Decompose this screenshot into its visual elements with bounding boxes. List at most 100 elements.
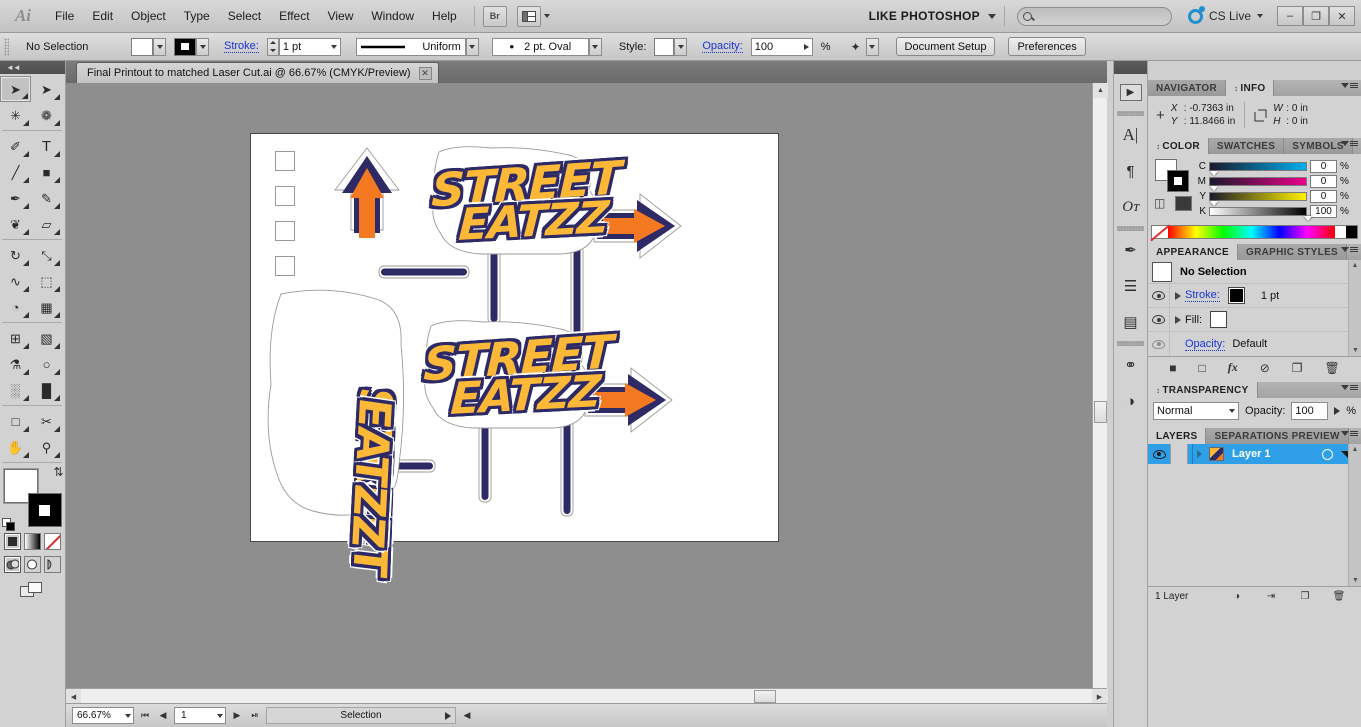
toolbar-stroke-swatch[interactable] bbox=[27, 493, 62, 527]
slice-tool[interactable]: ✂ bbox=[31, 408, 62, 434]
stroke-row-label[interactable]: Stroke: bbox=[1185, 289, 1220, 302]
blend-mode-combo[interactable]: Normal bbox=[1153, 402, 1240, 420]
draw-normal-button[interactable] bbox=[4, 556, 21, 573]
stroke-weight-stepper[interactable] bbox=[266, 37, 279, 56]
magic-wand-tool[interactable]: ✳ bbox=[0, 102, 31, 128]
character-rail-icon[interactable]: A| bbox=[1114, 117, 1147, 153]
gradient-rail-icon[interactable]: ▤ bbox=[1114, 304, 1147, 340]
scroll-down-icon[interactable]: ▼ bbox=[1349, 347, 1361, 354]
artboard-number-combo[interactable]: 1 bbox=[174, 707, 226, 724]
vertical-scroll-thumb[interactable] bbox=[1094, 401, 1107, 423]
color-cube-icon[interactable]: ◫ bbox=[1154, 196, 1169, 211]
color-spectrum-bar[interactable] bbox=[1151, 225, 1358, 239]
zoom-level-combo[interactable]: 66.67% bbox=[72, 707, 134, 724]
menu-help[interactable]: Help bbox=[423, 5, 466, 27]
fill-color-swatch[interactable] bbox=[131, 37, 153, 56]
menu-window[interactable]: Window bbox=[362, 5, 423, 27]
chevron-right-icon[interactable] bbox=[1175, 291, 1181, 300]
close-icon[interactable]: ✕ bbox=[418, 66, 432, 80]
paintbrush-tool[interactable]: ✒ bbox=[0, 185, 31, 211]
canvas-horizontal-scrollbar[interactable]: ◀ ▶ bbox=[66, 688, 1107, 704]
close-button[interactable]: ✕ bbox=[1329, 6, 1355, 26]
menu-select[interactable]: Select bbox=[219, 5, 270, 27]
visibility-toggle[interactable] bbox=[1148, 308, 1170, 331]
stroke-dropdown-icon[interactable] bbox=[196, 37, 209, 56]
style-dropdown-icon[interactable] bbox=[674, 37, 688, 56]
mesh-tool[interactable]: ⊞ bbox=[0, 325, 31, 351]
transparency-opacity-slider-icon[interactable] bbox=[1334, 407, 1341, 415]
channel-slider[interactable] bbox=[1209, 192, 1307, 206]
image-trace-rail-icon[interactable]: ◑ bbox=[1114, 383, 1147, 419]
tab-info[interactable]: ↕ INFO bbox=[1226, 80, 1275, 96]
search-input[interactable] bbox=[1016, 6, 1172, 26]
opacity-field[interactable]: 100 bbox=[750, 37, 813, 56]
layer-row[interactable]: Layer 1 bbox=[1148, 444, 1361, 464]
channel-slider-thumb[interactable] bbox=[1304, 216, 1312, 221]
channel-value[interactable]: 0 bbox=[1310, 160, 1337, 173]
brush-dropdown-icon[interactable] bbox=[588, 37, 602, 56]
menu-file[interactable]: File bbox=[46, 5, 83, 27]
canvas-area[interactable]: .cutline { fill:none; stroke:#9a9a9a; st… bbox=[66, 83, 1107, 703]
restore-button[interactable]: ❐ bbox=[1303, 6, 1329, 26]
appearance-panel-menu-icon[interactable] bbox=[1341, 247, 1358, 252]
spectrum-ramp[interactable] bbox=[1168, 226, 1335, 238]
appearance-scrollbar[interactable]: ▲ ▼ bbox=[1348, 260, 1361, 356]
transparency-panel-menu-icon[interactable] bbox=[1341, 385, 1358, 390]
appearance-fill-row[interactable]: Fill: bbox=[1148, 308, 1361, 332]
transform-effects-icon[interactable]: ✦ bbox=[846, 38, 866, 56]
tab-color[interactable]: ↕ COLOR bbox=[1148, 138, 1209, 154]
layer-expand-icon[interactable] bbox=[1193, 444, 1206, 464]
bridge-button[interactable]: Br bbox=[482, 5, 507, 27]
layers-scrollbar[interactable]: ▲ ▼ bbox=[1348, 444, 1361, 586]
layer-target-icon[interactable] bbox=[1322, 448, 1333, 460]
artboard-tool[interactable]: □ bbox=[0, 408, 31, 434]
transform-dropdown-icon[interactable] bbox=[865, 37, 879, 56]
first-artboard-icon[interactable]: ⏮ bbox=[138, 707, 152, 724]
links-rail-icon[interactable]: ⚭ bbox=[1114, 347, 1147, 383]
color-panel-menu-icon[interactable] bbox=[1341, 141, 1358, 146]
rectangle-tool[interactable]: ■ bbox=[31, 159, 62, 185]
layer-lock-toggle[interactable] bbox=[1170, 444, 1188, 464]
channel-slider-thumb[interactable] bbox=[1210, 201, 1218, 206]
channel-slider-thumb[interactable] bbox=[1210, 171, 1218, 176]
change-screen-mode-icon[interactable] bbox=[19, 582, 46, 601]
stroke-row-swatch[interactable] bbox=[1227, 287, 1245, 304]
add-new-effect-icon[interactable]: fx bbox=[1228, 360, 1238, 375]
clear-appearance-icon[interactable]: ⊘ bbox=[1260, 361, 1270, 375]
dock-rail-header[interactable] bbox=[1114, 61, 1147, 74]
direct-selection-tool[interactable]: ➤ bbox=[31, 76, 62, 102]
layers-panel-menu-icon[interactable] bbox=[1341, 431, 1358, 436]
preferences-button[interactable]: Preferences bbox=[1008, 37, 1086, 56]
brush-definition-field[interactable]: • 2 pt. Oval bbox=[491, 37, 589, 56]
create-new-sublayer-icon[interactable]: ⇥ bbox=[1254, 591, 1288, 602]
scroll-up-icon[interactable]: ▲ bbox=[1349, 262, 1361, 269]
none-button[interactable] bbox=[44, 533, 61, 550]
document-setup-button[interactable]: Document Setup bbox=[895, 37, 996, 56]
fill-dropdown-icon[interactable] bbox=[153, 37, 166, 56]
appearance-stroke-row[interactable]: Stroke: 1 pt bbox=[1148, 284, 1361, 308]
opentype-rail-icon[interactable]: Oᴛ bbox=[1114, 189, 1147, 225]
blend-tool[interactable]: ○ bbox=[31, 351, 62, 377]
control-bar-grip[interactable] bbox=[4, 37, 9, 56]
stroke-label[interactable]: Stroke: bbox=[224, 40, 259, 53]
artboard[interactable]: .cutline { fill:none; stroke:#9a9a9a; st… bbox=[250, 133, 779, 577]
tab-separations-preview[interactable]: SEPARATIONS PREVIEW bbox=[1206, 428, 1349, 444]
blend-mode-dropdown-icon[interactable] bbox=[1229, 409, 1236, 413]
spectrum-black-swatch[interactable] bbox=[1346, 226, 1357, 238]
opacity-row-label[interactable]: Opacity: bbox=[1185, 338, 1226, 351]
brushes-rail-icon[interactable]: ✒ bbox=[1114, 232, 1147, 268]
add-new-fill-icon[interactable]: □ bbox=[1198, 361, 1205, 375]
channel-slider[interactable] bbox=[1209, 162, 1307, 176]
channel-value[interactable]: 0 bbox=[1310, 175, 1337, 188]
color-stroke-swatch[interactable] bbox=[1167, 170, 1189, 192]
menu-view[interactable]: View bbox=[319, 5, 363, 27]
shape-builder-tool[interactable]: ◔ bbox=[0, 294, 31, 320]
opacity-slider-icon[interactable] bbox=[803, 43, 809, 50]
cs-live-dropdown-icon[interactable] bbox=[1257, 14, 1263, 18]
tab-transparency[interactable]: ↕ TRANSPARENCY bbox=[1148, 382, 1258, 398]
scroll-down-icon[interactable]: ▼ bbox=[1349, 577, 1361, 584]
scroll-left-icon[interactable]: ◀ bbox=[66, 689, 81, 704]
menu-type[interactable]: Type bbox=[175, 5, 219, 27]
document-tab[interactable]: Final Printout to matched Laser Cut.ai @… bbox=[76, 62, 439, 83]
free-transform-tool[interactable]: ⬚ bbox=[31, 268, 62, 294]
